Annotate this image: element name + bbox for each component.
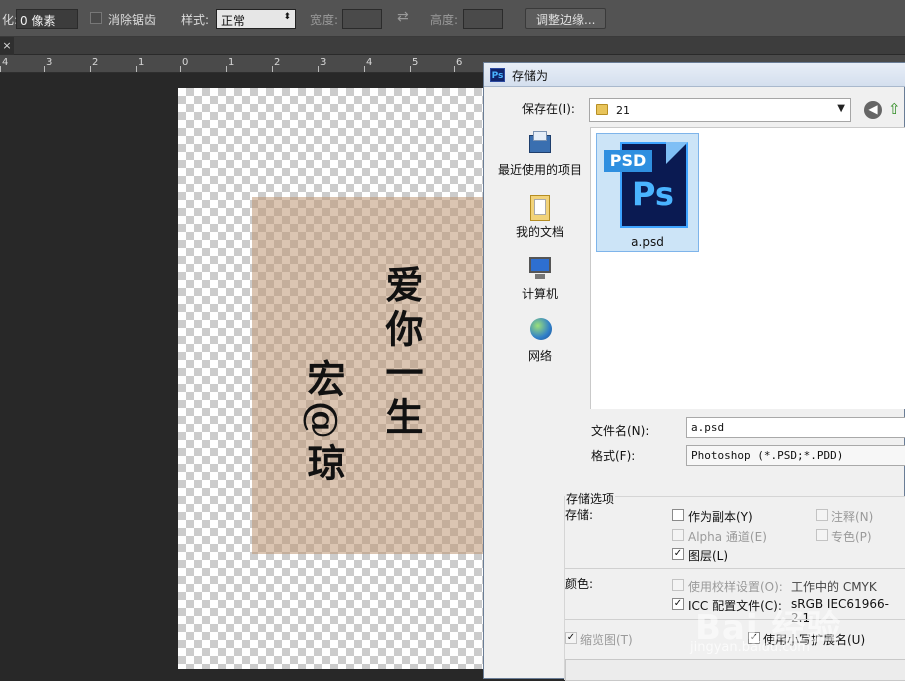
- nav-computer[interactable]: 计算机: [492, 253, 588, 302]
- up-folder-icon[interactable]: ⇧: [888, 101, 905, 119]
- proof-setup-value: 工作中的 CMYK: [791, 580, 877, 594]
- nav-label: 网络: [527, 349, 552, 363]
- file-list[interactable]: PSD Ps a.psd: [590, 127, 905, 409]
- spot-colors-label: 专色(P): [831, 530, 872, 544]
- ruler-tick: [410, 66, 411, 72]
- ruler-tick: [318, 66, 319, 72]
- alpha-channels-label: Alpha 通道(E): [688, 530, 767, 544]
- height-label: 高度:: [430, 13, 459, 27]
- photoshop-app-icon: Ps: [490, 68, 505, 82]
- feather-input[interactable]: 0 像素: [16, 9, 78, 29]
- ruler-tick: [454, 66, 455, 72]
- artwork-line-left: 宏@琼: [301, 359, 346, 485]
- save-in-label: 保存在(I):: [522, 102, 575, 116]
- ruler-tick: [226, 66, 227, 72]
- format-select[interactable]: Photoshop (*.PSD;*.PDD): [686, 445, 905, 466]
- style-select-value: 正常: [221, 14, 246, 28]
- spot-colors-checkbox[interactable]: [816, 529, 828, 541]
- layers-checkbox[interactable]: ✓: [672, 548, 684, 560]
- ruler-label: 4: [366, 57, 373, 68]
- ruler-tick: [272, 66, 273, 72]
- save-in-select[interactable]: 21 ▼: [589, 98, 851, 122]
- width-label: 宽度:: [310, 13, 339, 27]
- antialias-checkbox[interactable]: [90, 12, 102, 24]
- ruler-label: 1: [138, 57, 145, 68]
- recent-items-icon: [525, 129, 555, 159]
- format-label: 格式(F):: [591, 449, 636, 463]
- warning-box: [565, 659, 905, 681]
- computer-icon: [525, 253, 555, 283]
- ruler-tick: [90, 66, 91, 72]
- save-label: 存储:: [565, 508, 594, 522]
- style-label: 样式:: [181, 13, 210, 27]
- nav-label: 我的文档: [515, 225, 564, 239]
- nav-recent-items[interactable]: 最近使用的项目: [492, 129, 588, 178]
- places-bar: 最近使用的项目 我的文档 计算机 网络: [492, 119, 588, 489]
- artwork-line-right: 爱你一生: [379, 265, 424, 441]
- save-in-value: 21: [616, 104, 630, 117]
- back-arrow-icon[interactable]: ◀: [864, 101, 882, 119]
- proof-setup-checkbox[interactable]: [672, 579, 684, 591]
- nav-label: 最近使用的项目: [497, 163, 582, 177]
- document-tab-strip: ×: [0, 37, 905, 55]
- ruler-label: 2: [92, 57, 99, 68]
- alpha-channels-checkbox[interactable]: [672, 529, 684, 541]
- ruler-label: 0: [182, 57, 189, 68]
- ruler-tick: [180, 66, 181, 72]
- style-select[interactable]: 正常 ⬍: [216, 9, 296, 29]
- divider: [565, 568, 905, 569]
- options-bar: 化: 0 像素 消除锯齿 样式: 正常 ⬍ 宽度: ⇄ 高度: 调整边缘...: [0, 0, 905, 37]
- file-item[interactable]: PSD Ps a.psd: [596, 133, 699, 252]
- ruler-label: 4: [2, 57, 9, 68]
- ruler-label: 2: [274, 57, 281, 68]
- file-name: a.psd: [631, 235, 664, 249]
- dialog-title-bar[interactable]: Ps 存储为: [484, 63, 905, 87]
- nav-documents[interactable]: 我的文档: [492, 191, 588, 240]
- icc-profile-checkbox[interactable]: ✓: [672, 598, 684, 610]
- proof-setup-label: 使用校样设置(O):: [688, 580, 783, 594]
- ruler-tick: [44, 66, 45, 72]
- thumbnail-label: 缩览图(T): [580, 633, 633, 647]
- swap-icon[interactable]: ⇄: [397, 9, 409, 25]
- ruler-label: 3: [46, 57, 53, 68]
- antialias-label: 消除锯齿: [108, 13, 157, 27]
- filename-input[interactable]: a.psd: [686, 417, 905, 438]
- as-copy-label: 作为副本(Y): [688, 510, 753, 524]
- save-as-dialog: Ps 存储为 保存在(I): 21 ▼ ◀ ⇧ 最近使用的项目 我的文档 计算机…: [483, 62, 905, 681]
- chevron-down-icon: ▼: [837, 103, 845, 114]
- save-options-title: 存储选项: [565, 490, 616, 507]
- ruler-label: 1: [228, 57, 235, 68]
- ruler-label: 6: [456, 57, 463, 68]
- dropdown-arrow-icon: ⬍: [283, 12, 291, 22]
- close-tab-icon[interactable]: ×: [0, 37, 14, 55]
- ps-logo: Ps: [632, 175, 674, 213]
- as-copy-checkbox[interactable]: [672, 509, 684, 521]
- nav-label: 计算机: [521, 287, 558, 301]
- calligraphy-artwork: 爱你一生 宏@琼: [252, 197, 488, 554]
- psd-badge: PSD: [604, 150, 652, 172]
- watermark-url: jingyan.baidu.com: [690, 640, 810, 655]
- psd-file-icon: PSD Ps: [602, 138, 690, 230]
- ruler-label: 3: [320, 57, 327, 68]
- ruler-label: 5: [412, 57, 419, 68]
- notes-checkbox[interactable]: [816, 509, 828, 521]
- folder-icon: [596, 104, 608, 115]
- thumbnail-checkbox[interactable]: ✓: [565, 632, 577, 644]
- height-input[interactable]: [463, 9, 503, 29]
- refine-edge-button[interactable]: 调整边缘...: [525, 8, 607, 29]
- network-globe-icon: [525, 315, 555, 345]
- notes-label: 注释(N): [831, 510, 874, 524]
- width-input[interactable]: [342, 9, 382, 29]
- ruler-tick: [364, 66, 365, 72]
- documents-folder-icon: [525, 191, 555, 221]
- ruler-tick: [136, 66, 137, 72]
- dialog-title: 存储为: [512, 69, 549, 83]
- color-label: 颜色:: [565, 577, 594, 591]
- filename-label: 文件名(N):: [591, 424, 650, 438]
- ruler-tick: [0, 66, 1, 72]
- layers-label: 图层(L): [688, 549, 729, 563]
- nav-network[interactable]: 网络: [492, 315, 588, 364]
